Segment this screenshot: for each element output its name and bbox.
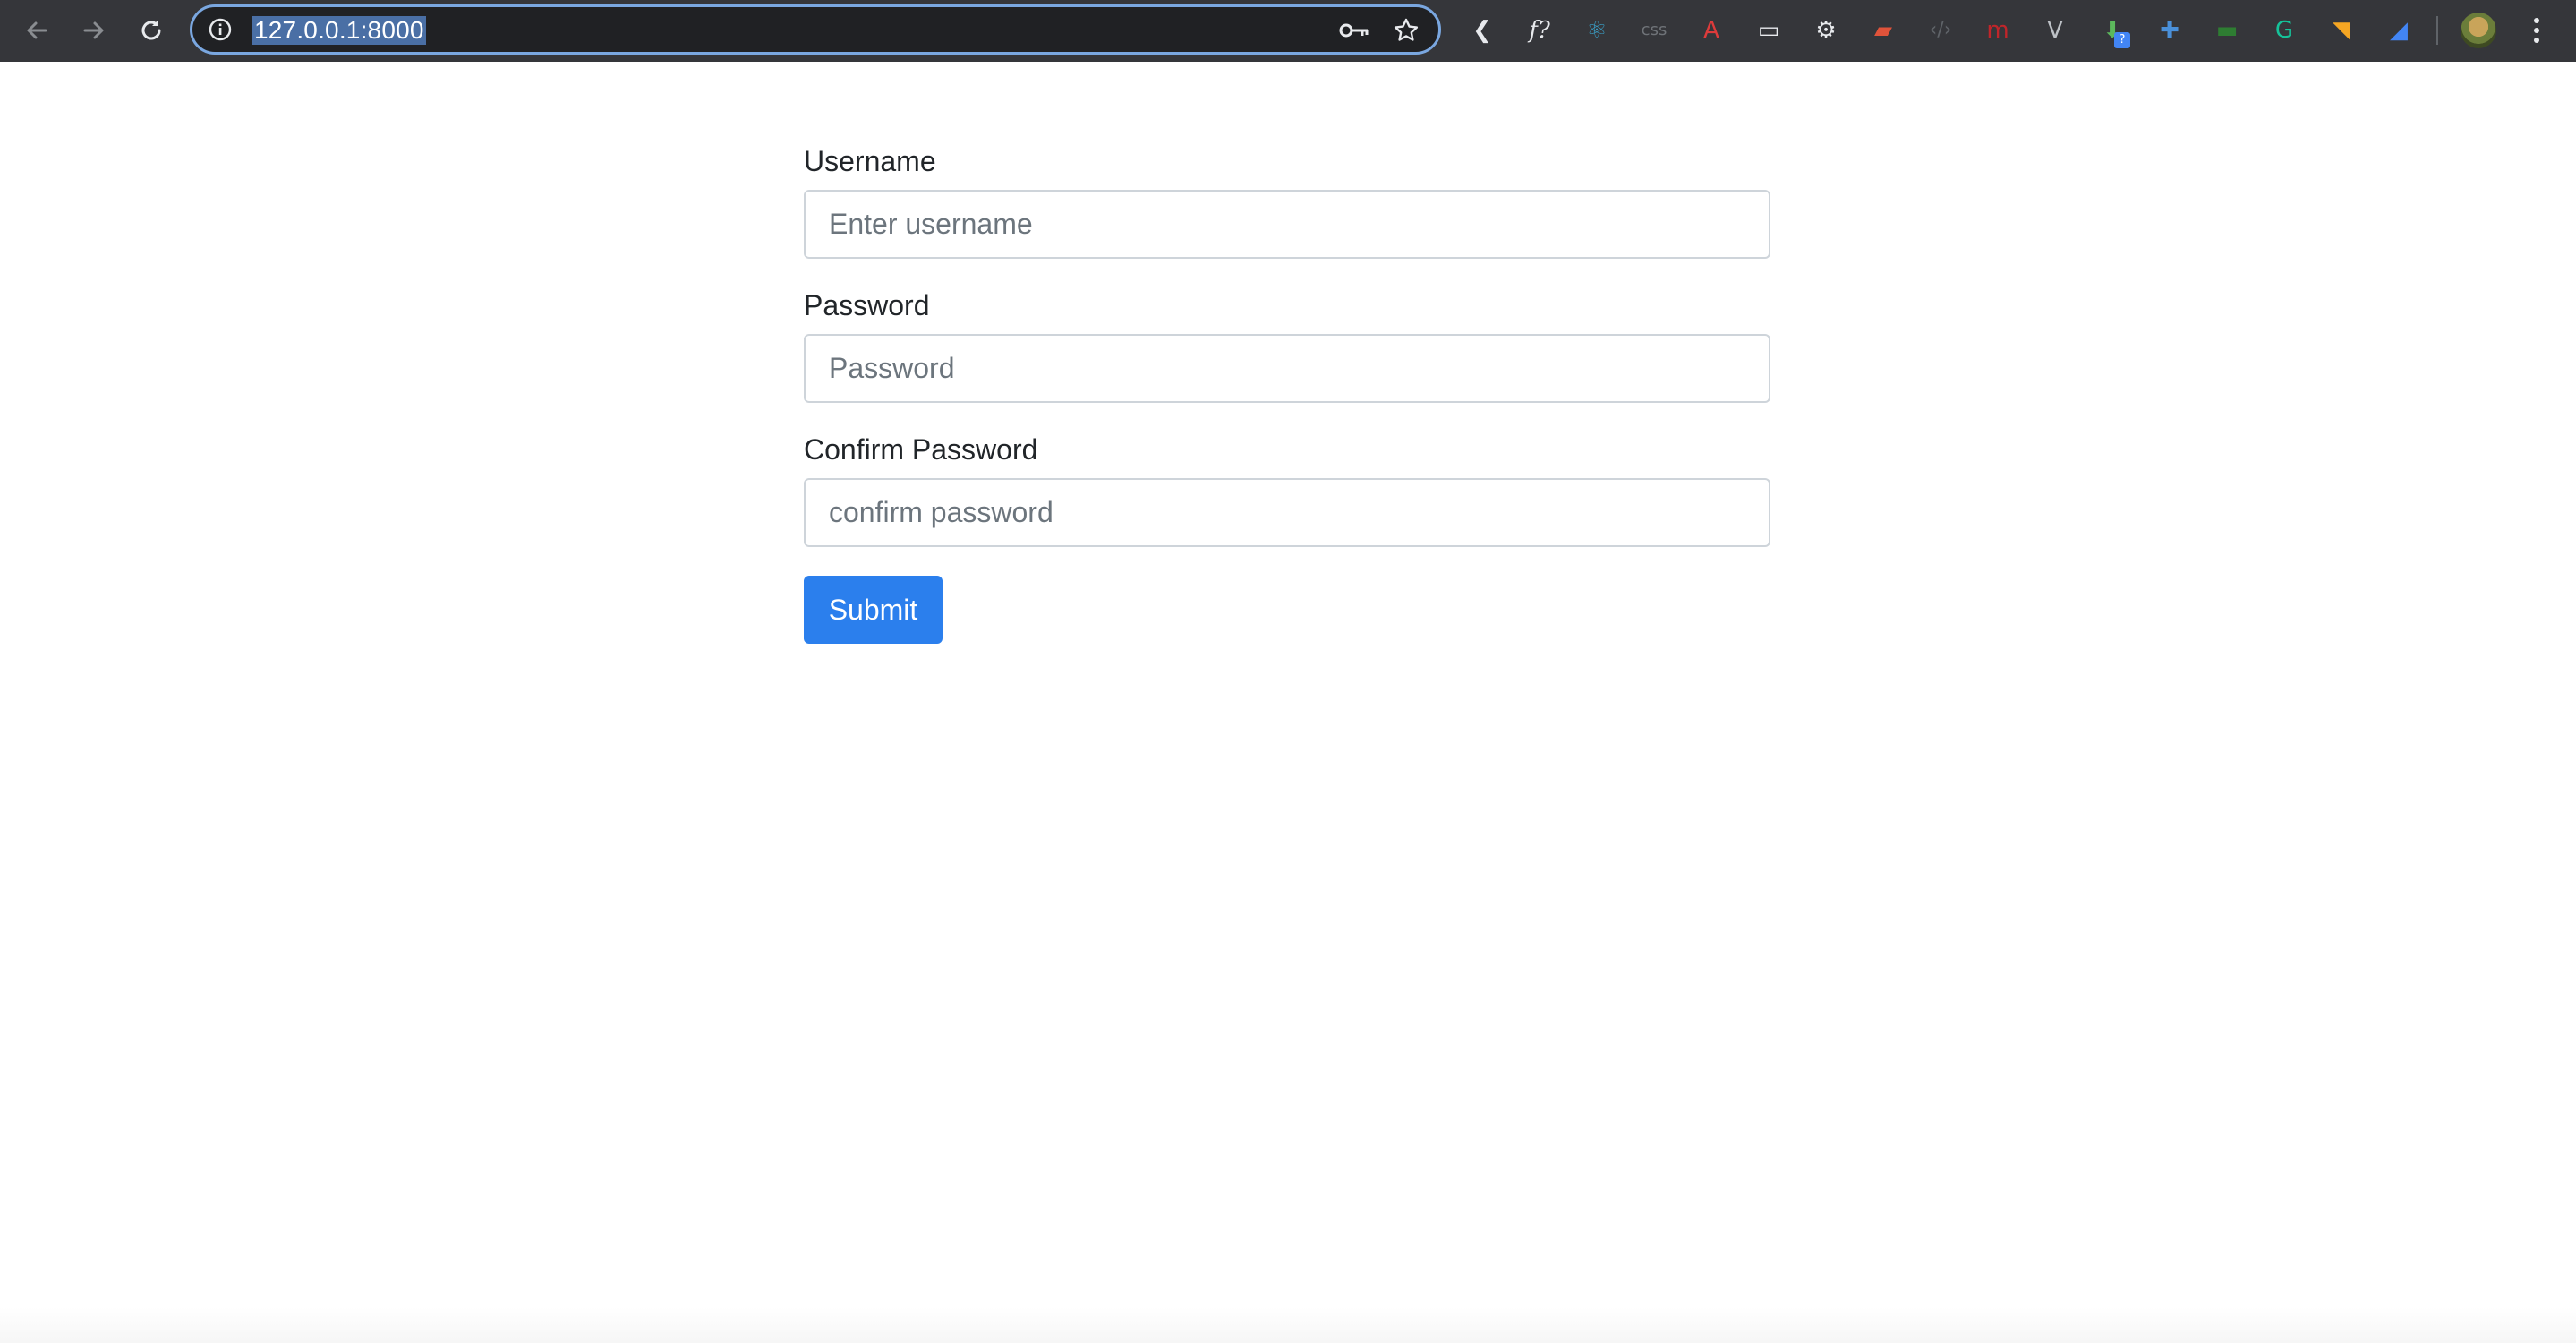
confirm-password-group: Confirm Password bbox=[804, 432, 1770, 547]
password-input[interactable] bbox=[804, 334, 1770, 403]
code-extension-icon[interactable]: ‹/› bbox=[1923, 13, 1958, 48]
rss-extension-icon[interactable]: ◥ bbox=[2324, 13, 2359, 48]
angular-extension-icon[interactable]: A bbox=[1693, 13, 1729, 48]
info-icon[interactable] bbox=[209, 18, 232, 41]
card-extension-icon[interactable]: ▭ bbox=[1751, 13, 1787, 48]
back-button[interactable] bbox=[18, 12, 55, 49]
chevron-left-extension-icon[interactable]: ❮ bbox=[1464, 13, 1500, 48]
browser-menu-button[interactable] bbox=[2523, 13, 2550, 48]
key-icon[interactable] bbox=[1338, 17, 1370, 44]
submit-button[interactable]: Submit bbox=[804, 576, 943, 644]
forward-arrow-icon bbox=[83, 21, 104, 39]
download-badge: ? bbox=[2114, 32, 2130, 48]
profile-avatar[interactable] bbox=[2461, 13, 2496, 48]
atom-extension-icon[interactable]: ⚛ bbox=[1579, 13, 1615, 48]
toolbar-separator bbox=[2436, 16, 2438, 45]
reload-icon bbox=[141, 20, 161, 40]
green-bar-extension-icon[interactable]: ▬ bbox=[2209, 13, 2245, 48]
cross-extension-icon[interactable]: ✚ bbox=[2152, 13, 2188, 48]
red-square-extension-icon[interactable]: ▰ bbox=[1865, 13, 1901, 48]
signup-form: Username Password Confirm Password Submi… bbox=[804, 143, 1770, 644]
forward-button[interactable] bbox=[75, 12, 113, 49]
confirm-password-input[interactable] bbox=[804, 478, 1770, 547]
menu-dot bbox=[2534, 28, 2539, 33]
username-group: Username bbox=[804, 143, 1770, 259]
menu-dot bbox=[2534, 18, 2539, 23]
address-bar[interactable]: 127.0.0.1:8000 bbox=[190, 4, 1441, 55]
confirm-password-label: Confirm Password bbox=[804, 433, 1038, 466]
gear-extension-icon[interactable]: ⚙ bbox=[1808, 13, 1844, 48]
page-bottom-shadow bbox=[0, 1307, 2576, 1343]
browser-toolbar: 127.0.0.1:8000 ❮ f? ⚛ css A ▭ ⚙ ▰ ‹/› m V ⬇? ✚ ▬ G ◥ ◢ bbox=[0, 0, 2576, 62]
password-group: Password bbox=[804, 287, 1770, 403]
menu-dot bbox=[2534, 38, 2539, 43]
grammarly-extension-icon[interactable]: G bbox=[2266, 13, 2302, 48]
username-label: Username bbox=[804, 145, 936, 177]
username-input[interactable] bbox=[804, 190, 1770, 259]
fx-extension-icon[interactable]: f? bbox=[1522, 13, 1557, 48]
password-label: Password bbox=[804, 289, 930, 321]
m-extension-icon[interactable]: m bbox=[1980, 13, 2016, 48]
url-text[interactable]: 127.0.0.1:8000 bbox=[252, 16, 426, 45]
v-extension-icon[interactable]: V bbox=[2037, 13, 2073, 48]
star-icon[interactable] bbox=[1392, 16, 1420, 45]
cast-extension-icon[interactable]: ◢ bbox=[2381, 13, 2417, 48]
css-extension-icon[interactable]: css bbox=[1636, 13, 1672, 48]
back-arrow-icon bbox=[27, 21, 47, 39]
download-extension-icon[interactable]: ⬇? bbox=[2094, 13, 2130, 48]
reload-button[interactable] bbox=[132, 12, 170, 49]
